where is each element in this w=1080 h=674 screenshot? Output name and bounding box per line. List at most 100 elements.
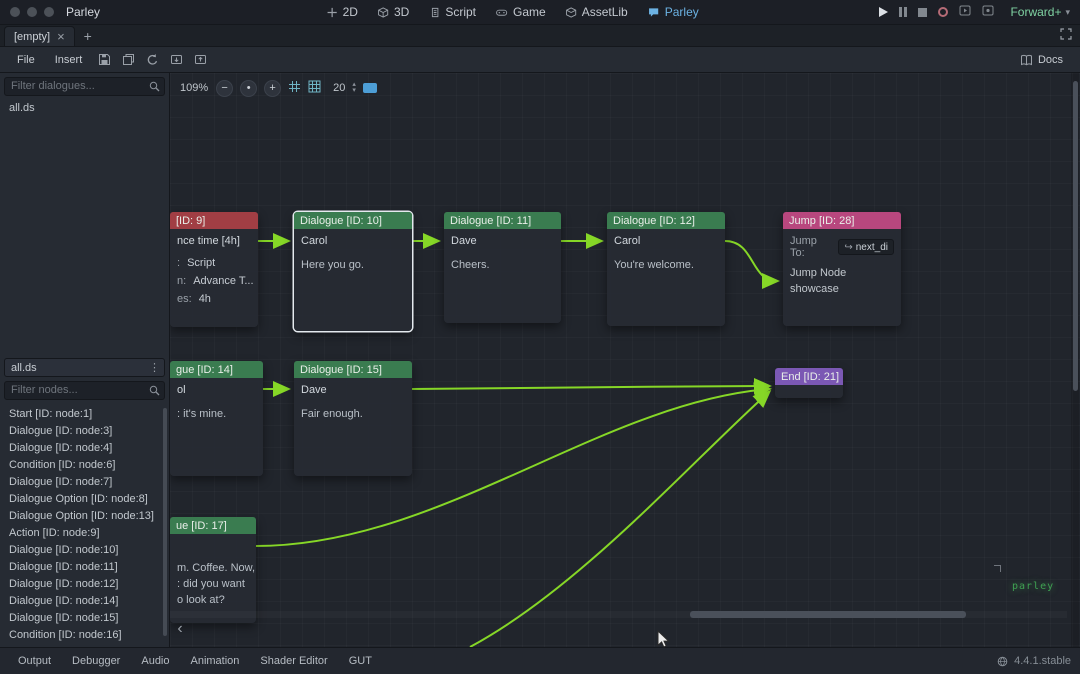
node-list-item[interactable]: Dialogue [ID: node:3] <box>0 423 169 440</box>
node-header[interactable]: End [ID: 21] <box>775 368 843 385</box>
workspace-tab-game[interactable]: Game <box>487 3 555 21</box>
current-file-row[interactable]: all.ds ⋮ <box>4 358 165 377</box>
window-close-button[interactable] <box>10 7 20 17</box>
graph-node-dialogue-14[interactable]: gue [ID: 14] ol : it's mine. <box>170 361 263 476</box>
node-list-item[interactable]: Dialogue Option [ID: node:13] <box>0 508 169 525</box>
node-list-item[interactable]: Action [ID: node:9] <box>0 525 169 542</box>
dialogue-character: Dave <box>451 235 554 247</box>
workspace-tab-2d[interactable]: 2D <box>318 3 367 21</box>
panel-shader-editor-button[interactable]: Shader Editor <box>251 652 336 670</box>
panel-animation-button[interactable]: Animation <box>182 652 249 670</box>
collapse-sidebar-button[interactable]: ‹ <box>172 619 188 639</box>
bottom-panel-bar: Output Debugger Audio Animation Shader E… <box>0 647 1080 674</box>
window-zoom-button[interactable] <box>44 7 54 17</box>
node-header[interactable]: Dialogue [ID: 15] <box>294 361 412 378</box>
graph-node-dialogue-15[interactable]: Dialogue [ID: 15] Dave Fair enough. <box>294 361 412 476</box>
graph-node-dialogue-11[interactable]: Dialogue [ID: 11] Dave Cheers. <box>444 212 561 323</box>
parley-watermark: parley <box>1012 581 1054 592</box>
node-list-item[interactable]: Dialogue [ID: node:11] <box>0 559 169 576</box>
graph-node-dialogue-12[interactable]: Dialogue [ID: 12] Carol You're welcome. <box>607 212 725 326</box>
node-list-scrollbar[interactable] <box>163 408 167 636</box>
window-minimize-button[interactable] <box>27 7 37 17</box>
zoom-reset-button[interactable]: • <box>240 80 257 97</box>
save-button[interactable] <box>93 50 115 70</box>
node-header[interactable]: ue [ID: 17] <box>170 517 256 534</box>
node-list-item[interactable]: Dialogue [ID: node:4] <box>0 440 169 457</box>
vertical-scrollbar-thumb[interactable] <box>1073 81 1078 391</box>
node-list-item[interactable]: Dialogue [ID: node:15] <box>0 610 169 627</box>
expand-editor-button[interactable] <box>1060 28 1072 43</box>
play-scene-button[interactable] <box>959 5 971 19</box>
minimap-toggle-button[interactable] <box>363 83 377 93</box>
docs-button[interactable]: Docs <box>1011 51 1072 69</box>
play-custom-scene-button[interactable] <box>982 5 994 19</box>
movie-mode-button[interactable] <box>938 7 948 17</box>
node-list-item[interactable]: Dialogue [ID: node:10] <box>0 542 169 559</box>
node-list-item[interactable]: Condition [ID: node:16] <box>0 627 169 644</box>
node-header[interactable]: Dialogue [ID: 11] <box>444 212 561 229</box>
jump-target-button[interactable]: ↪ next_di <box>838 239 894 255</box>
dialogue-filter-input[interactable] <box>4 77 165 96</box>
current-file-label: all.ds <box>11 362 37 374</box>
grid-size-input[interactable]: 20 <box>333 82 345 94</box>
graph-node-jump-28[interactable]: Jump [ID: 28] Jump To: ↪ next_di Jump No… <box>783 212 901 326</box>
node-list-item[interactable]: Start [ID: node:1] <box>0 406 169 423</box>
node-header[interactable]: Dialogue [ID: 12] <box>607 212 725 229</box>
snap-grid-button[interactable] <box>288 80 301 96</box>
node-list-item[interactable]: Condition [ID: node:6] <box>0 457 169 474</box>
node-header[interactable]: [ID: 9] <box>170 212 258 229</box>
import-icon <box>170 53 183 66</box>
workspace-tab-script[interactable]: Script <box>420 3 485 21</box>
panel-audio-button[interactable]: Audio <box>132 652 178 670</box>
zoom-in-button[interactable]: + <box>264 80 281 97</box>
workspace-tab-3d[interactable]: 3D <box>369 3 418 21</box>
graph-node-action-9[interactable]: [ID: 9] nce time [4h] :Script n:Advance … <box>170 212 258 327</box>
add-scene-tab-button[interactable]: + <box>75 26 101 46</box>
node-header[interactable]: Dialogue [ID: 10] <box>294 212 412 229</box>
dialogue-file-item[interactable]: all.ds <box>0 100 169 117</box>
node-body: Dave Fair enough. <box>294 378 412 428</box>
graph-editor-canvas[interactable]: 109% − • + 20 ▴▾ [ID: 9] nce time [4h] <box>170 73 1080 647</box>
play-button[interactable] <box>879 7 888 17</box>
workspace-label: AssetLib <box>582 5 628 19</box>
node-header[interactable]: gue [ID: 14] <box>170 361 263 378</box>
panel-gut-button[interactable]: GUT <box>340 652 381 670</box>
close-icon[interactable]: × <box>57 30 65 43</box>
panel-debugger-button[interactable]: Debugger <box>63 652 129 670</box>
workspace-tab-parley[interactable]: Parley <box>639 3 708 21</box>
stop-button[interactable] <box>918 8 927 17</box>
scene-tab-empty[interactable]: [empty] × <box>4 26 75 46</box>
connection[interactable] <box>412 386 769 389</box>
renderer-dropdown[interactable]: Forward+ ▾ <box>1010 5 1070 19</box>
connection[interactable] <box>725 241 777 281</box>
workspace-tab-assetlib[interactable]: AssetLib <box>557 3 637 21</box>
undo-button[interactable] <box>141 50 163 70</box>
file-menu-button[interactable]: File <box>8 51 44 69</box>
connection[interactable] <box>470 392 769 647</box>
zoom-level: 109% <box>180 82 208 94</box>
graph-node-end-21[interactable]: End [ID: 21] <box>775 368 843 398</box>
jump-note: Jump Node showcase <box>790 265 870 297</box>
node-filter-input[interactable] <box>4 381 165 400</box>
grid-style-button[interactable] <box>308 80 321 96</box>
file-options-button[interactable]: ⋮ <box>147 361 162 374</box>
graph-node-dialogue-17[interactable]: ue [ID: 17] m. Coffee. Now, : did you wa… <box>170 517 256 623</box>
horizontal-scrollbar-thumb[interactable] <box>690 611 966 618</box>
insert-menu-button[interactable]: Insert <box>46 51 92 69</box>
spinner-down-icon[interactable]: ▾ <box>352 88 356 94</box>
panel-output-button[interactable]: Output <box>9 652 60 670</box>
grid-size-spinner[interactable]: ▴▾ <box>352 82 356 94</box>
node-list-item[interactable]: Dialogue [ID: node:7] <box>0 474 169 491</box>
zoom-out-button[interactable]: − <box>216 80 233 97</box>
node-list-item[interactable]: Dialogue [ID: node:14] <box>0 593 169 610</box>
node-list-item[interactable]: Dialogue Option [ID: node:8] <box>0 491 169 508</box>
export-button[interactable] <box>189 50 211 70</box>
save-all-button[interactable] <box>117 50 139 70</box>
node-title: Jump [ID: 28] <box>789 215 854 227</box>
snap-grid-icon <box>288 80 301 93</box>
node-header[interactable]: Jump [ID: 28] <box>783 212 901 229</box>
import-button[interactable] <box>165 50 187 70</box>
graph-node-dialogue-10[interactable]: Dialogue [ID: 10] Carol Here you go. <box>294 212 412 331</box>
pause-button[interactable] <box>899 7 907 17</box>
node-list-item[interactable]: Dialogue [ID: node:12] <box>0 576 169 593</box>
